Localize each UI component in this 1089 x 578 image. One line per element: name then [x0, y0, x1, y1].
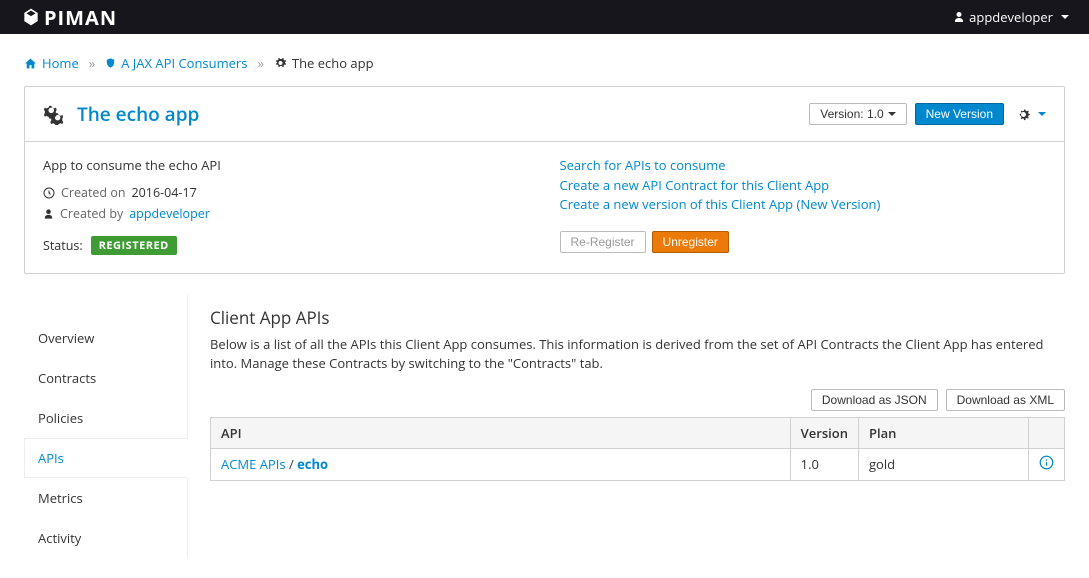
status-label: Status: — [43, 237, 83, 254]
tab-apis[interactable]: APIs — [24, 438, 188, 478]
breadcrumb-sep: » — [89, 54, 95, 72]
gear-icon — [1016, 107, 1031, 122]
download-json-button[interactable]: Download as JSON — [811, 389, 938, 411]
gears-icon — [274, 57, 287, 69]
status-badge: REGISTERED — [91, 236, 177, 255]
tab-overview[interactable]: Overview — [24, 318, 188, 358]
col-plan: Plan — [859, 417, 1029, 448]
created-date: 2016-04-17 — [132, 184, 197, 201]
link-search-apis[interactable]: Search for APIs to consume — [560, 156, 1047, 176]
new-version-button[interactable]: New Version — [915, 103, 1004, 125]
re-register-button[interactable]: Re-Register — [560, 231, 646, 253]
navbar: PIMAN appdeveloper — [0, 0, 1089, 34]
home-icon — [24, 57, 37, 70]
username: appdeveloper — [969, 8, 1053, 26]
panel-apis: Client App APIs Below is a list of all t… — [188, 294, 1065, 558]
apis-table: API Version Plan ACME APIs / echo 1.0 go… — [210, 417, 1065, 481]
api-version: 1.0 — [790, 448, 858, 480]
app-title: The echo app — [43, 101, 199, 127]
tab-contracts[interactable]: Contracts — [24, 358, 188, 398]
shield-icon — [105, 57, 116, 69]
breadcrumb-home[interactable]: Home — [42, 54, 79, 72]
api-plan: gold — [859, 448, 1029, 480]
created-on-label: Created on — [61, 184, 126, 201]
chevron-down-icon — [1038, 112, 1046, 116]
info-icon — [1039, 455, 1054, 470]
tab-activity[interactable]: Activity — [24, 518, 188, 558]
sidebar-tabs: Overview Contracts Policies APIs Metrics… — [24, 294, 188, 558]
unregister-button[interactable]: Unregister — [652, 231, 729, 253]
brand-text: PIMAN — [44, 4, 117, 31]
download-xml-button[interactable]: Download as XML — [946, 389, 1065, 411]
breadcrumb: Home » A JAX API Consumers » The echo ap… — [24, 54, 1065, 72]
gears-icon — [43, 103, 65, 125]
card-header: The echo app Version: 1.0 New Version — [25, 87, 1064, 142]
entity-card: The echo app Version: 1.0 New Version Ap… — [24, 86, 1065, 274]
clock-icon — [43, 187, 55, 199]
version-selector[interactable]: Version: 1.0 — [809, 103, 906, 125]
user-menu[interactable]: appdeveloper — [953, 8, 1069, 26]
settings-menu[interactable] — [1016, 107, 1046, 122]
breadcrumb-current: The echo app — [292, 54, 374, 72]
app-description: App to consume the echo API — [43, 156, 530, 174]
col-api: API — [211, 417, 791, 448]
breadcrumb-sep: » — [257, 54, 263, 72]
apiman-logo-icon — [20, 7, 42, 27]
user-icon — [43, 208, 54, 220]
api-name-link[interactable]: echo — [297, 455, 328, 473]
breadcrumb-org[interactable]: A JAX API Consumers — [121, 54, 247, 72]
link-create-version[interactable]: Create a new version of this Client App … — [560, 195, 1047, 215]
chevron-down-icon — [888, 112, 896, 116]
panel-title: Client App APIs — [210, 306, 1065, 329]
app-title-text: The echo app — [77, 101, 199, 127]
api-info-button[interactable] — [1029, 448, 1065, 480]
panel-description: Below is a list of all the APIs this Cli… — [210, 335, 1065, 373]
chevron-down-icon — [1061, 15, 1069, 19]
created-by-user[interactable]: appdeveloper — [129, 205, 210, 222]
tab-policies[interactable]: Policies — [24, 398, 188, 438]
link-create-contract[interactable]: Create a new API Contract for this Clien… — [560, 176, 1047, 196]
table-row: ACME APIs / echo 1.0 gold — [211, 448, 1065, 480]
created-by-label: Created by — [60, 205, 123, 222]
brand-logo[interactable]: PIMAN — [20, 4, 117, 31]
api-org-link[interactable]: ACME APIs — [221, 455, 286, 473]
col-version: Version — [790, 417, 858, 448]
col-info — [1029, 417, 1065, 448]
tab-metrics[interactable]: Metrics — [24, 478, 188, 518]
user-icon — [953, 11, 965, 23]
